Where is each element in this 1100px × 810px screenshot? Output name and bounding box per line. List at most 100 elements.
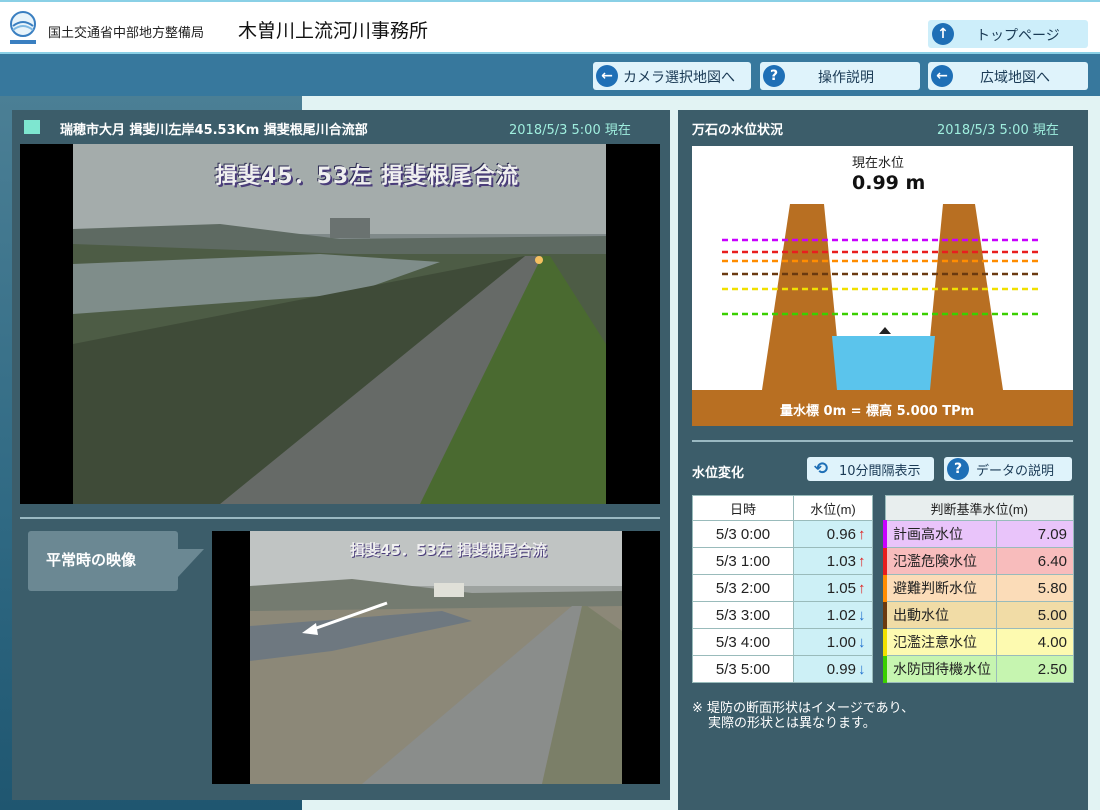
- normal-view-overlay-text: 揖斐45．53左 揖斐根尾合流: [350, 541, 547, 559]
- camera-title-bar: 瑞穂市大月 揖斐川左岸45.53Km 揖斐根尾川合流部 2018/5/3 5:0…: [12, 110, 670, 144]
- top-page-label: トップページ: [976, 28, 1060, 44]
- office-name: 木曽川上流河川事務所: [238, 20, 429, 42]
- logo-icon: [10, 11, 36, 44]
- history-row: 5/3 1:00 1.03 ↑: [692, 547, 873, 575]
- operation-guide-label: 操作説明: [818, 70, 874, 86]
- col-time: 日時: [692, 495, 794, 521]
- history-time: 5/3 5:00: [692, 655, 794, 683]
- baseline-label: 量水標 0m = 標高 5.000 TPm: [780, 404, 975, 419]
- help-icon: ?: [947, 458, 969, 480]
- history-time: 5/3 2:00: [692, 574, 794, 602]
- threshold-name: 計画高水位: [883, 520, 997, 548]
- history-row: 5/3 0:00 0.96 ↑: [692, 520, 873, 548]
- refresh-icon: ⟲: [813, 459, 829, 479]
- threshold-name: 水防団待機水位: [883, 655, 997, 683]
- threshold-row: 氾濫注意水位 4.00: [883, 628, 1074, 656]
- help-icon: ?: [763, 65, 785, 87]
- history-row: 5/3 5:00 0.99 ↓: [692, 655, 873, 683]
- camera-map-button[interactable]: ← カメラ選択地図へ: [593, 62, 751, 90]
- history-level: 0.96 ↑: [793, 520, 873, 548]
- history-row: 5/3 3:00 1.02 ↓: [692, 601, 873, 629]
- note-line-2: 実際の形状とは異なります。: [708, 716, 876, 731]
- interval-10min-label: 10分間隔表示: [839, 464, 921, 479]
- history-level: 1.05 ↑: [793, 574, 873, 602]
- interval-10min-button[interactable]: ⟲ 10分間隔表示: [807, 457, 934, 481]
- level-value: 1.00: [826, 633, 856, 651]
- threshold-name: 氾濫危険水位: [883, 547, 997, 575]
- history-level: 1.00 ↓: [793, 628, 873, 656]
- agency-name: 国土交通省中部地方整備局: [48, 26, 205, 41]
- camera-overlay-text: 揖斐45．53左 揖斐根尾合流: [215, 164, 519, 189]
- normal-view-callout: 平常時の映像: [28, 531, 204, 591]
- camera-image: 揖斐45．53左 揖斐根尾合流: [20, 144, 660, 504]
- threshold-row: 氾濫危険水位 6.40: [883, 547, 1074, 575]
- level-value: 1.03: [826, 552, 856, 570]
- threshold-row: 出動水位 5.00: [883, 601, 1074, 629]
- levee-diagram: 現在水位 0.99 m 量水標 0m = 標高 5.000 TPm: [692, 146, 1073, 426]
- water-level-panel: 万石の水位状況 2018/5/3 5:00 現在 現在水位 0.99 m 量水標…: [678, 110, 1088, 810]
- nav-bar: ← カメラ選択地図へ ? 操作説明 ← 広域地図へ: [0, 54, 1100, 96]
- arrow-up-icon: ↑: [858, 525, 866, 543]
- note-line-1: ※ 堤防の断面形状はイメージであり、: [692, 701, 915, 716]
- threshold-value: 5.80: [995, 574, 1074, 602]
- top-page-button[interactable]: ↑ トップページ: [928, 20, 1088, 48]
- divider: [20, 517, 660, 519]
- history-level: 1.03 ↑: [793, 547, 873, 575]
- history-time: 5/3 4:00: [692, 628, 794, 656]
- col-level: 水位(m): [793, 495, 873, 521]
- arrow-up-icon: ↑: [858, 579, 866, 597]
- threshold-name: 出動水位: [883, 601, 997, 629]
- history-row: 5/3 4:00 1.00 ↓: [692, 628, 873, 656]
- site-header: 国土交通省中部地方整備局 木曽川上流河川事務所 ↑ トップページ: [0, 0, 1100, 54]
- arrow-down-icon: ↓: [858, 660, 866, 678]
- threshold-row: 水防団待機水位 2.50: [883, 655, 1074, 683]
- threshold-value: 2.50: [995, 655, 1074, 683]
- level-history-table: 日時 水位(m) 5/3 0:00 0.96 ↑ 5/3 1:00 1.03 ↑ 5/3 2…: [692, 495, 873, 683]
- history-time: 5/3 3:00: [692, 601, 794, 629]
- wide-map-label: 広域地図へ: [980, 70, 1050, 86]
- camera-map-label: カメラ選択地図へ: [623, 70, 735, 86]
- level-value: 0.99: [826, 660, 856, 678]
- arrow-down-icon: ↓: [858, 633, 866, 651]
- camera-location: 瑞穂市大月 揖斐川左岸45.53Km 揖斐根尾川合流部: [60, 123, 368, 138]
- camera-panel: 瑞穂市大月 揖斐川左岸45.53Km 揖斐根尾川合流部 2018/5/3 5:0…: [12, 110, 670, 800]
- divider: [692, 440, 1073, 442]
- history-level: 0.99 ↓: [793, 655, 873, 683]
- water-timestamp: 2018/5/3 5:00 現在: [937, 123, 1059, 138]
- threshold-value: 4.00: [995, 628, 1074, 656]
- history-label: 水位変化: [692, 466, 745, 481]
- water-title: 万石の水位状況: [692, 123, 784, 138]
- threshold-value: 5.00: [995, 601, 1074, 629]
- history-row: 5/3 2:00 1.05 ↑: [692, 574, 873, 602]
- arrow-up-icon: ↑: [932, 23, 954, 45]
- data-explanation-label: データの説明: [976, 464, 1055, 479]
- current-level-value: 0.99 m: [852, 172, 926, 194]
- normal-view-label: 平常時の映像: [46, 551, 137, 569]
- threshold-table: 判断基準水位(m) 計画高水位 7.09 氾濫危険水位 6.40 避難判断水位 5.80 出…: [883, 495, 1074, 683]
- arrow-up-icon: ↑: [858, 552, 866, 570]
- threshold-value: 7.09: [995, 520, 1074, 548]
- arrow-left-icon: ←: [596, 65, 618, 87]
- current-level-label: 現在水位: [852, 156, 905, 171]
- arrow-left-icon: ←: [931, 65, 953, 87]
- threshold-row: 計画高水位 7.09: [883, 520, 1074, 548]
- level-value: 1.02: [826, 606, 856, 624]
- threshold-name: 氾濫注意水位: [883, 628, 997, 656]
- history-level: 1.02 ↓: [793, 601, 873, 629]
- camera-tag-icon: [20, 120, 40, 134]
- level-value: 0.96: [826, 525, 856, 543]
- arrow-down-icon: ↓: [858, 606, 866, 624]
- disclaimer-note: ※ 堤防の断面形状はイメージであり、 実際の形状とは異なります。: [692, 701, 914, 731]
- history-time: 5/3 1:00: [692, 547, 794, 575]
- operation-guide-button[interactable]: ? 操作説明: [760, 62, 920, 90]
- threshold-name: 避難判断水位: [883, 574, 997, 602]
- level-value: 1.05: [826, 579, 856, 597]
- threshold-value: 6.40: [995, 547, 1074, 575]
- camera-timestamp: 2018/5/3 5:00 現在: [509, 123, 631, 138]
- wide-map-button[interactable]: ← 広域地図へ: [928, 62, 1088, 90]
- data-explanation-button[interactable]: ? データの説明: [944, 457, 1072, 481]
- history-time: 5/3 0:00: [692, 520, 794, 548]
- threshold-header: 判断基準水位(m): [884, 495, 1074, 521]
- threshold-row: 避難判断水位 5.80: [883, 574, 1074, 602]
- normal-view-image: 揖斐45．53左 揖斐根尾合流: [212, 531, 660, 784]
